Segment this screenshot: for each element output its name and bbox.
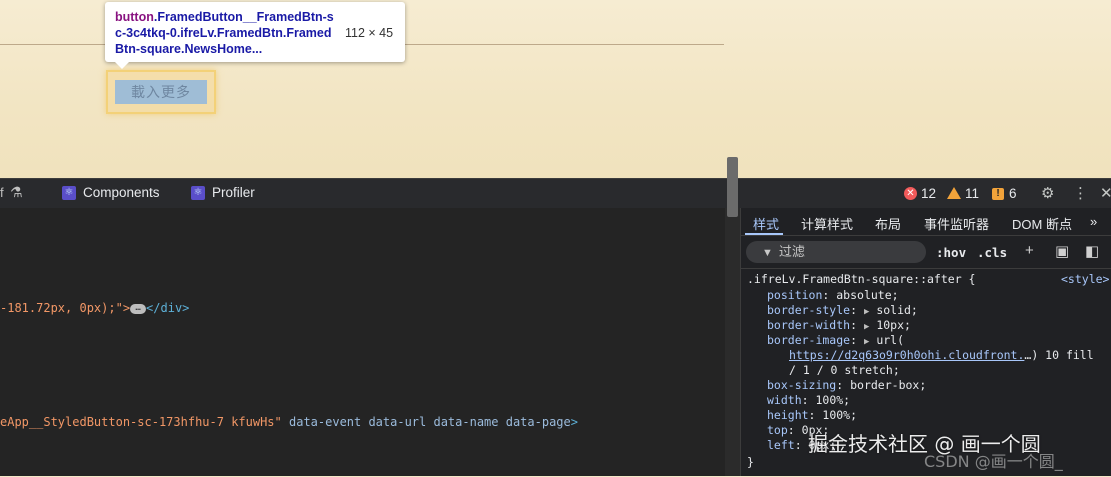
styles-filter-input[interactable]: ▼ 过滤 — [746, 241, 926, 263]
warning-icon — [947, 186, 961, 199]
truncated-tab-label[interactable]: f — [0, 185, 4, 200]
error-count[interactable]: ✕ 12 — [904, 186, 936, 201]
error-icon: ✕ — [904, 187, 917, 200]
react-icon: ⚛ — [191, 185, 205, 200]
issue-count-label: 6 — [1009, 186, 1017, 201]
scrollbar-thumb[interactable] — [727, 157, 738, 217]
rule-selector[interactable]: .ifreLv.FramedBtn-square::after { — [747, 272, 975, 286]
warning-count-label: 11 — [965, 186, 980, 201]
rule-origin[interactable]: <style> — [1061, 272, 1109, 286]
watermark-csdn: CSDN @画一个圆_ — [924, 452, 1063, 471]
prop-name: border-image — [767, 333, 851, 347]
filter-placeholder: 过滤 — [778, 244, 805, 259]
devtools-tabbar: f ⚗ ⚛ Components ⚛ Profiler ✕ 12 11 ! 6 … — [0, 178, 1111, 208]
tab-styles[interactable]: 样式 — [753, 214, 779, 233]
decl-position[interactable]: position: absolute; — [767, 288, 899, 302]
more-vert-icon[interactable]: ⋮ — [1073, 184, 1088, 202]
prop-value: 100%; — [815, 393, 851, 407]
error-count-label: 12 — [921, 186, 937, 201]
prop-value: 100%; — [822, 408, 858, 422]
prop-name: box-sizing — [767, 378, 837, 392]
prop-name: position — [767, 288, 823, 302]
rule-close-brace: } — [747, 455, 754, 469]
close-icon[interactable]: ✕ — [1100, 184, 1111, 202]
issue-icon: ! — [992, 187, 1004, 200]
hov-toggle[interactable]: :hov — [936, 245, 966, 260]
tab-layout[interactable]: 布局 — [875, 214, 901, 233]
tab-profiler[interactable]: ⚛ Profiler — [191, 185, 255, 200]
styles-tabbar: 样式 计算样式 布局 事件监听器 DOM 断点 » — [741, 208, 1111, 236]
elements-scrollbar[interactable] — [725, 208, 740, 476]
dom-line[interactable]: eApp__StyledButton-sc-173hfhu-7 kfuwHs" … — [0, 415, 578, 429]
border-image-tail: / 1 / 0 stretch; — [789, 363, 900, 377]
sidebar-toggle-icon[interactable]: ◧ — [1085, 242, 1099, 260]
tab-components[interactable]: ⚛ Components — [62, 185, 160, 200]
tooltip-size: 112 × 45 — [345, 26, 394, 40]
prop-name: top — [767, 423, 788, 437]
react-icon: ⚛ — [62, 185, 76, 200]
filter-icon: ▼ — [762, 247, 773, 259]
cls-toggle[interactable]: .cls — [977, 245, 1007, 260]
decl-box-sizing[interactable]: box-sizing: border-box; — [767, 378, 926, 392]
web-page: 載入更多 button.FramedButton__FramedBtn-sc-3… — [0, 0, 1111, 178]
warning-count[interactable]: 11 — [947, 186, 979, 201]
decl-border-style[interactable]: border-style: ▶ solid; — [767, 303, 918, 317]
prop-value: solid; — [876, 303, 918, 317]
dom-tag-end: > — [570, 415, 578, 429]
prop-value: border-box; — [850, 378, 927, 392]
decl-height[interactable]: height: 100%; — [767, 408, 857, 422]
border-image-rest: …) 10 fill — [1024, 348, 1094, 362]
dom-close-tag: </div> — [146, 301, 190, 315]
load-more-button[interactable]: 載入更多 — [115, 80, 207, 104]
prop-name: border-style — [767, 303, 851, 317]
tab-profiler-label: Profiler — [212, 185, 255, 200]
dom-attrs: data-event data-url data-name data-page — [281, 415, 571, 429]
expand-triangle-icon[interactable]: ▶ — [864, 307, 869, 317]
prop-name: border-width — [767, 318, 851, 332]
dom-line[interactable]: -181.72px, 0px);">… </div> — [0, 301, 189, 315]
tooltip-tag: button — [115, 10, 154, 24]
border-image-url-line: https://d2q63o9r0h0ohi.cloudfront.…) 10 … — [789, 348, 1094, 362]
tab-event-listeners[interactable]: 事件监听器 — [924, 214, 989, 233]
prop-value: absolute; — [836, 288, 899, 302]
dom-attr-value: eApp__StyledButton-sc-173hfhu-7 kfuwHs" — [0, 415, 282, 429]
elements-panel: -181.72px, 0px);">… </div> eApp__StyledBu… — [0, 208, 725, 476]
paint-icon[interactable]: ▣ — [1055, 242, 1069, 260]
expand-triangle-icon[interactable]: ▶ — [864, 322, 869, 332]
prop-name: width — [767, 393, 802, 407]
new-rule-icon[interactable]: + — [1025, 242, 1034, 259]
tab-components-label: Components — [83, 185, 160, 200]
border-image-link[interactable]: https://d2q63o9r0h0ohi.cloudfront. — [789, 348, 1024, 362]
more-tabs-icon[interactable]: » — [1090, 214, 1097, 229]
prop-value: url( — [876, 333, 905, 347]
styles-filter-row: ▼ 过滤 :hov .cls + ▣ ◧ — [741, 238, 1111, 266]
decl-border-image[interactable]: border-image: ▶ url( — [767, 333, 904, 347]
decl-border-width[interactable]: border-width: ▶ 10px; — [767, 318, 911, 332]
ellipsis-icon[interactable]: … — [130, 303, 147, 314]
active-tab-indicator — [745, 233, 783, 235]
prop-name: height — [767, 408, 809, 422]
flask-icon[interactable]: ⚗ — [10, 184, 23, 201]
tab-computed[interactable]: 计算样式 — [801, 214, 853, 233]
prop-value: 10px; — [876, 318, 911, 332]
issue-count[interactable]: ! 6 — [992, 186, 1017, 201]
gear-icon[interactable]: ⚙ — [1041, 184, 1054, 202]
inspect-tooltip: button.FramedButton__FramedBtn-sc-3c4tkq… — [105, 2, 405, 69]
dom-attr-value: -181.72px, 0px);"> — [0, 301, 131, 315]
decl-width[interactable]: width: 100%; — [767, 393, 850, 407]
prop-name: left — [767, 438, 795, 452]
tooltip-selector: button.FramedButton__FramedBtn-sc-3c4tkq… — [115, 9, 335, 57]
expand-triangle-icon[interactable]: ▶ — [864, 337, 869, 347]
tab-dom-breakpoints[interactable]: DOM 断点 — [1012, 214, 1072, 233]
